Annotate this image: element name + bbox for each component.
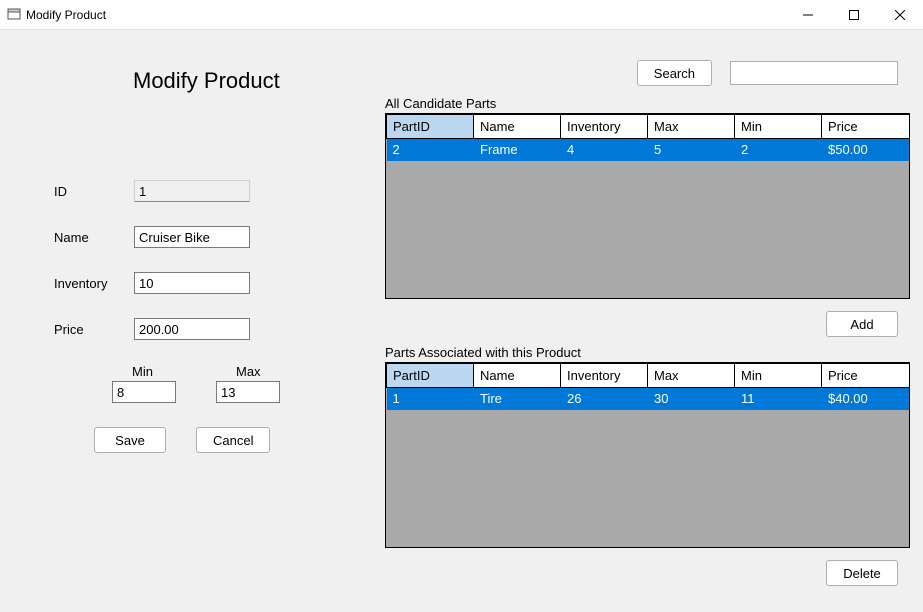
associated-cell-partid: 1 bbox=[387, 388, 474, 410]
candidate-cell-name: Frame bbox=[474, 139, 561, 161]
add-button[interactable]: Add bbox=[826, 311, 898, 337]
inventory-label: Inventory bbox=[54, 276, 134, 291]
candidate-grid[interactable]: PartID Name Inventory Max Min Price 2 Fr… bbox=[385, 113, 910, 299]
associated-header-min[interactable]: Min bbox=[735, 364, 822, 388]
candidate-header-partid[interactable]: PartID bbox=[387, 115, 474, 139]
associated-cell-price: $40.00 bbox=[822, 388, 910, 410]
candidate-cell-partid: 2 bbox=[387, 139, 474, 161]
name-input[interactable] bbox=[134, 226, 250, 248]
candidate-header-name[interactable]: Name bbox=[474, 115, 561, 139]
inventory-input[interactable] bbox=[134, 272, 250, 294]
delete-button[interactable]: Delete bbox=[826, 560, 898, 586]
candidate-row[interactable]: 2 Frame 4 5 2 $50.00 bbox=[387, 139, 910, 161]
associated-header-partid[interactable]: PartID bbox=[387, 364, 474, 388]
price-input[interactable] bbox=[134, 318, 250, 340]
associated-cell-name: Tire bbox=[474, 388, 561, 410]
candidate-cell-inventory: 4 bbox=[561, 139, 648, 161]
candidate-header-min[interactable]: Min bbox=[735, 115, 822, 139]
cancel-button[interactable]: Cancel bbox=[196, 427, 270, 453]
associated-row[interactable]: 1 Tire 26 30 11 $40.00 bbox=[387, 388, 910, 410]
save-button[interactable]: Save bbox=[94, 427, 166, 453]
price-label: Price bbox=[54, 322, 134, 337]
associated-header-price[interactable]: Price bbox=[822, 364, 910, 388]
search-input[interactable] bbox=[730, 61, 898, 85]
min-input[interactable] bbox=[112, 381, 176, 403]
page-title: Modify Product bbox=[133, 68, 280, 94]
associated-cell-min: 11 bbox=[735, 388, 822, 410]
candidate-header-inventory[interactable]: Inventory bbox=[561, 115, 648, 139]
candidate-header-price[interactable]: Price bbox=[822, 115, 910, 139]
associated-grid-label: Parts Associated with this Product bbox=[385, 345, 910, 360]
candidate-header-max[interactable]: Max bbox=[648, 115, 735, 139]
close-button[interactable] bbox=[877, 0, 923, 30]
min-label: Min bbox=[132, 364, 153, 379]
max-input[interactable] bbox=[216, 381, 280, 403]
maximize-button[interactable] bbox=[831, 0, 877, 30]
associated-cell-inventory: 26 bbox=[561, 388, 648, 410]
associated-header-max[interactable]: Max bbox=[648, 364, 735, 388]
form-area: ID Name Inventory Price Min Max Save bbox=[54, 180, 374, 453]
candidate-cell-max: 5 bbox=[648, 139, 735, 161]
titlebar: Modify Product bbox=[0, 0, 923, 30]
candidate-grid-label: All Candidate Parts bbox=[385, 96, 910, 111]
app-icon bbox=[6, 7, 22, 23]
id-input bbox=[134, 180, 250, 202]
max-label: Max bbox=[236, 364, 261, 379]
minimize-button[interactable] bbox=[785, 0, 831, 30]
associated-cell-max: 30 bbox=[648, 388, 735, 410]
id-label: ID bbox=[54, 184, 134, 199]
associated-grid[interactable]: PartID Name Inventory Max Min Price 1 Ti… bbox=[385, 362, 910, 548]
name-label: Name bbox=[54, 230, 134, 245]
candidate-cell-min: 2 bbox=[735, 139, 822, 161]
window-title: Modify Product bbox=[26, 8, 106, 22]
candidate-cell-price: $50.00 bbox=[822, 139, 910, 161]
search-button[interactable]: Search bbox=[637, 60, 712, 86]
associated-header-name[interactable]: Name bbox=[474, 364, 561, 388]
associated-header-inventory[interactable]: Inventory bbox=[561, 364, 648, 388]
